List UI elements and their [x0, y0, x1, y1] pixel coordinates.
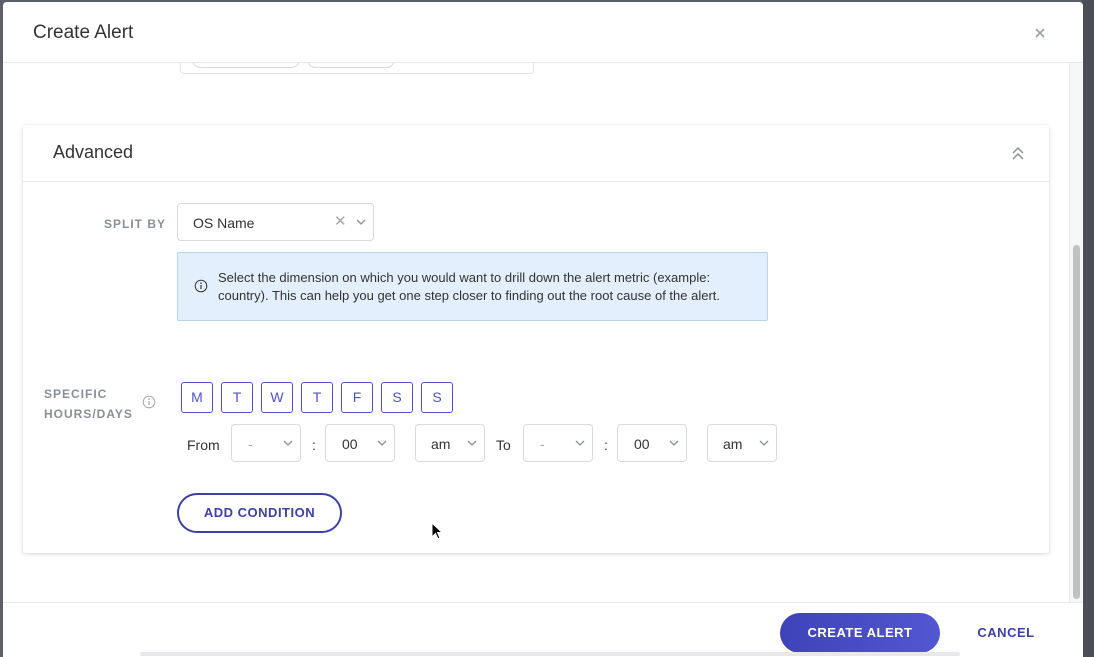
- modal-header: Create Alert: [3, 2, 1083, 63]
- chevron-down-icon: [377, 440, 387, 446]
- modal-scrollbar[interactable]: [1069, 63, 1083, 602]
- close-icon[interactable]: [1031, 24, 1049, 42]
- advanced-header[interactable]: Advanced: [23, 125, 1049, 182]
- time-separator: :: [312, 437, 316, 453]
- split-by-select[interactable]: OS Name ✕: [177, 203, 374, 241]
- modal-body: Advanced SPLIT BY OS Name ✕ Select the d…: [3, 63, 1069, 602]
- info-text: Select the dimension on which you would …: [218, 270, 721, 303]
- chevron-down-icon: [669, 440, 679, 446]
- cancel-button[interactable]: CANCEL: [971, 613, 1041, 653]
- specific-hours-label-line1: SPECIFIC: [44, 387, 108, 401]
- modal-footer: CREATE ALERT CANCEL: [3, 602, 1083, 657]
- day-tuesday-button[interactable]: T: [221, 382, 253, 413]
- day-monday-button[interactable]: M: [181, 382, 213, 413]
- scrollbar-thumb[interactable]: [1073, 245, 1080, 599]
- specific-hours-label-line2: HOURS/DAYS: [44, 407, 133, 421]
- modal-title: Create Alert: [33, 22, 134, 43]
- info-circle-icon: [194, 279, 208, 293]
- chevron-down-icon: [283, 440, 293, 446]
- to-period-value: am: [723, 436, 743, 452]
- day-sunday-button[interactable]: S: [421, 382, 453, 413]
- double-chevron-up-icon[interactable]: [1011, 145, 1025, 163]
- from-hour-select[interactable]: -: [231, 424, 301, 462]
- create-alert-modal: Create Alert Advanced SPLIT BY OS Name ✕: [3, 2, 1083, 657]
- chevron-down-icon: [575, 440, 585, 446]
- from-hour-value: -: [248, 436, 253, 452]
- day-saturday-button[interactable]: S: [381, 382, 413, 413]
- from-period-value: am: [431, 436, 451, 452]
- advanced-title: Advanced: [53, 142, 134, 162]
- to-hour-value: -: [540, 436, 545, 452]
- specific-hours-label: SPECIFIC HOURS/DAYS: [44, 384, 133, 424]
- to-minute-select[interactable]: 00: [617, 424, 687, 462]
- previous-field-remnant: [180, 63, 534, 74]
- from-minute-value: 00: [342, 436, 358, 452]
- day-wednesday-button[interactable]: W: [261, 382, 293, 413]
- chip-remnant: [307, 63, 395, 68]
- time-separator: :: [604, 437, 608, 453]
- chevron-down-icon: [759, 440, 769, 446]
- create-alert-button[interactable]: CREATE ALERT: [780, 613, 940, 653]
- to-minute-value: 00: [634, 436, 650, 452]
- from-period-select[interactable]: am: [415, 424, 485, 462]
- info-circle-icon[interactable]: [142, 395, 156, 409]
- to-hour-select[interactable]: -: [523, 424, 593, 462]
- to-period-select[interactable]: am: [707, 424, 777, 462]
- split-by-value: OS Name: [193, 215, 255, 231]
- day-thursday-button[interactable]: T: [301, 382, 333, 413]
- to-label: To: [496, 437, 511, 453]
- split-by-info: Select the dimension on which you would …: [177, 252, 768, 321]
- day-friday-button[interactable]: F: [341, 382, 373, 413]
- mouse-cursor-icon: [431, 522, 444, 540]
- chip-remnant: [192, 63, 300, 68]
- clear-x-icon[interactable]: ✕: [334, 214, 347, 230]
- footer-shadow: [140, 652, 960, 656]
- from-minute-select[interactable]: 00: [325, 424, 395, 462]
- advanced-section: Advanced SPLIT BY OS Name ✕ Select the d…: [23, 125, 1049, 553]
- chevron-down-icon: [467, 440, 477, 446]
- split-by-label: SPLIT BY: [104, 217, 167, 231]
- from-label: From: [187, 437, 220, 453]
- backdrop: [1082, 0, 1094, 657]
- add-condition-button[interactable]: ADD CONDITION: [177, 493, 342, 533]
- chevron-down-icon[interactable]: [356, 218, 366, 226]
